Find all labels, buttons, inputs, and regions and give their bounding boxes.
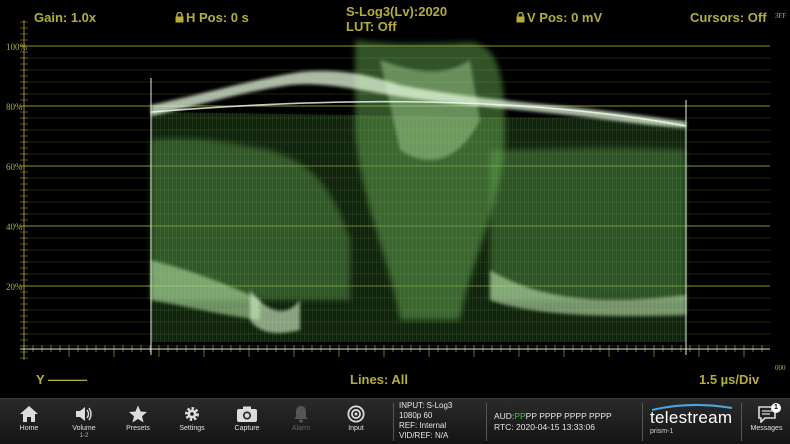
home-button[interactable]: Home [4, 399, 54, 444]
video-format: 1080p 60 [399, 411, 433, 420]
audio-label: AUD: [494, 411, 515, 421]
toolbar-divider [741, 403, 742, 441]
input-icon [347, 405, 365, 423]
lock-icon [175, 12, 184, 23]
volume-button[interactable]: Volume 1-2 [59, 399, 109, 444]
brand-name: telestream [650, 408, 733, 427]
home-label: Home [19, 425, 39, 432]
messages-button[interactable]: Messages [743, 399, 790, 444]
graticule-label-60: 60% [6, 162, 23, 172]
vid-ref-status: VID/REF: N/A [399, 431, 449, 440]
star-icon [129, 405, 147, 423]
waveform-trace [20, 40, 770, 355]
input-status: INPUT: S-Log3 1080p 60 REF: Internal VID… [399, 401, 452, 441]
volume-label: Volume [72, 425, 96, 432]
time-div-readout[interactable]: 1.5 µs/Div [699, 372, 759, 387]
channel-readout[interactable]: Y ——— [36, 372, 87, 387]
graticule-label-40: 40% [6, 222, 23, 232]
v-pos-readout[interactable]: V Pos: 0 mV [516, 10, 602, 25]
home-icon [20, 406, 38, 422]
input-status-label: INPUT: [399, 401, 425, 410]
h-pos-value: H Pos: 0 s [186, 10, 249, 25]
speaker-icon [76, 407, 92, 421]
graticule-label-80: 80% [6, 102, 23, 112]
message-count-badge: 1 [771, 403, 781, 413]
alarm-label: Alarm [291, 425, 311, 432]
input-label: Input [348, 425, 364, 432]
scale-top-value: 3FF [775, 12, 787, 20]
bell-icon [294, 406, 308, 423]
graticule-label-20: 20% [6, 282, 23, 292]
capture-label: Capture [234, 425, 260, 432]
waveform-graticule [20, 20, 770, 360]
presets-button[interactable]: Presets [113, 399, 163, 444]
settings-label: Settings [179, 425, 205, 432]
camera-icon [237, 406, 257, 422]
audio-group-active: PP [514, 411, 526, 421]
gain-readout[interactable]: Gain: 1.0x [34, 10, 96, 25]
lock-icon [516, 12, 525, 23]
toolbar-divider [393, 403, 394, 441]
gear-icon [185, 407, 199, 421]
messages-label: Messages [750, 425, 783, 432]
lines-readout[interactable]: Lines: All [350, 372, 408, 387]
graticule-label-100: 100% [6, 42, 27, 52]
toolbar-divider [642, 403, 643, 441]
audio-status: AUD:PPPP PPPP PPPP PPPP RTC: 2020-04-15 … [494, 411, 612, 433]
h-pos-readout[interactable]: H Pos: 0 s [175, 10, 249, 25]
input-button[interactable]: Input [331, 399, 381, 444]
input-status-value: S-Log3 [426, 401, 453, 410]
waveform-display: Gain: 1.0x H Pos: 0 s S-Log3(Lv):2020 LU… [0, 0, 790, 398]
reference-status: REF: Internal [399, 421, 447, 430]
settings-button[interactable]: Settings [167, 399, 217, 444]
capture-button[interactable]: Capture [222, 399, 272, 444]
rtc-clock: RTC: 2020-04-15 13:33:06 [494, 422, 595, 432]
colorspace-readout: S-Log3(Lv):2020 [346, 4, 448, 19]
device-model: prism-1 [650, 428, 674, 435]
scale-bottom-value: 000 [775, 364, 786, 372]
toolbar-divider [486, 403, 487, 441]
lut-readout: LUT: Off [346, 19, 397, 34]
v-pos-value: V Pos: 0 mV [527, 10, 603, 25]
audio-groups: PP PPPP PPPP PPPP [525, 411, 612, 421]
cursors-readout[interactable]: Cursors: Off [690, 10, 767, 25]
presets-label: Presets [126, 425, 150, 432]
volume-channels: 1-2 [79, 433, 89, 439]
alarm-button[interactable]: Alarm [276, 399, 326, 444]
